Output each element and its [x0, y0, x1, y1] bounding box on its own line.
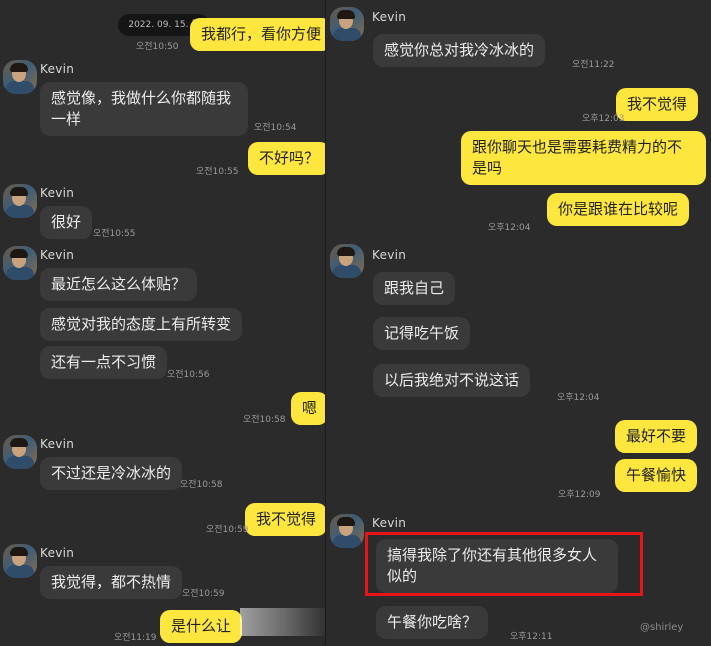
message-time: 오전10:54	[254, 123, 297, 133]
left-chat-panel: 2022. 09. 15. 목 我都行，看你方便 오전10:50 Kevin 感…	[0, 0, 325, 646]
sender-name: Kevin	[40, 186, 75, 200]
contact-avatar[interactable]	[330, 244, 364, 278]
incoming-message[interactable]: 很好	[40, 206, 93, 239]
incoming-message[interactable]: 跟我自己	[373, 272, 456, 305]
message-time: 오전10:55	[93, 229, 136, 239]
blur-overlay	[240, 608, 325, 636]
contact-avatar[interactable]	[3, 184, 37, 218]
message-time: 오후12:09	[558, 490, 601, 500]
sender-name: Kevin	[372, 10, 407, 24]
contact-avatar[interactable]	[3, 246, 37, 280]
outgoing-message[interactable]: 我都行，看你方便	[190, 18, 325, 51]
outgoing-message[interactable]: 我不觉得	[245, 503, 325, 536]
sender-name: Kevin	[40, 248, 75, 262]
message-time: 오전10:55	[196, 167, 239, 177]
outgoing-message[interactable]: 不好吗？	[248, 142, 325, 175]
sender-name: Kevin	[372, 248, 407, 262]
outgoing-message[interactable]: 你是跟谁在比较呢	[547, 193, 690, 226]
outgoing-message[interactable]: 嗯	[291, 392, 325, 425]
contact-avatar[interactable]	[330, 514, 364, 548]
message-time: 오전10:50	[136, 42, 179, 52]
incoming-message[interactable]: 最近怎么这么体贴？	[40, 268, 198, 301]
incoming-message[interactable]: 感觉对我的态度上有所转变	[40, 308, 243, 341]
message-time: 오후12:04	[488, 223, 531, 233]
sender-name: Kevin	[40, 546, 75, 560]
contact-avatar[interactable]	[3, 435, 37, 469]
message-time: 오전11:22	[572, 60, 615, 70]
message-time: 오후12:04	[557, 393, 600, 403]
outgoing-message[interactable]: 是什么让	[160, 610, 243, 643]
outgoing-message[interactable]: 我不觉得	[616, 88, 699, 121]
incoming-message[interactable]: 感觉像，我做什么你都随我一样	[40, 82, 248, 136]
incoming-message[interactable]: 午餐你吃啥？	[376, 606, 489, 639]
watermark: @shirley	[640, 622, 684, 633]
incoming-message[interactable]: 感觉你总对我冷冰冰的	[373, 34, 546, 67]
message-time: 오전10:59	[182, 589, 225, 599]
incoming-message[interactable]: 我觉得，都不热情	[40, 566, 183, 599]
message-time: 오전10:59	[206, 525, 249, 535]
outgoing-message[interactable]: 跟你聊天也是需要耗费精力的不是吗	[461, 131, 706, 185]
contact-avatar[interactable]	[3, 544, 37, 578]
message-time: 오전10:58	[180, 480, 223, 490]
sender-name: Kevin	[40, 62, 75, 76]
sender-name: Kevin	[372, 516, 407, 530]
incoming-message[interactable]: 记得吃午饭	[373, 317, 471, 350]
contact-avatar[interactable]	[330, 7, 364, 41]
incoming-message[interactable]: 不过还是冷冰冰的	[40, 457, 183, 490]
highlight-box	[365, 532, 643, 596]
message-time: 오전11:19	[114, 633, 157, 643]
outgoing-message[interactable]: 午餐愉快	[615, 459, 698, 492]
message-time: 오전10:58	[243, 415, 286, 425]
message-time: 오전10:56	[167, 370, 210, 380]
contact-avatar[interactable]	[3, 60, 37, 94]
message-time: 오후12:03	[582, 114, 625, 124]
sender-name: Kevin	[40, 437, 75, 451]
incoming-message[interactable]: 还有一点不习惯	[40, 346, 168, 379]
outgoing-message[interactable]: 最好不要	[615, 420, 698, 453]
incoming-message[interactable]: 以后我绝对不说这话	[373, 364, 531, 397]
message-time: 오후12:11	[510, 632, 553, 642]
